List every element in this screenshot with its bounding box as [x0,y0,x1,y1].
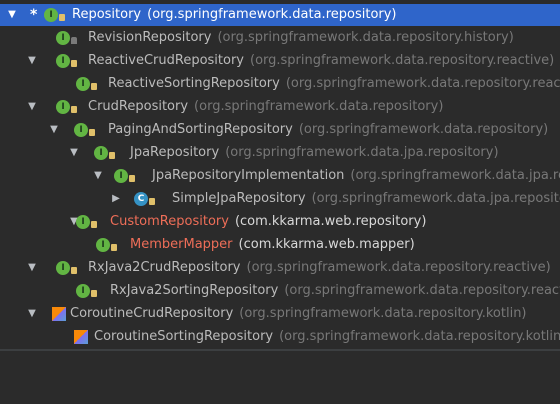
tree-node-name: SimpleJpaRepository [172,191,306,206]
tree-node-name: RxJava2SortingRepository [110,283,279,298]
public-badge-icon [91,221,97,228]
tree-node-package: (org.springframework.data.repository.rea… [250,53,555,68]
locked-badge-icon [71,37,77,44]
tree-row-revision-repository[interactable]: I RevisionRepository (org.springframework… [0,27,560,49]
interface-icon: I [56,261,70,275]
expand-arrow-icon[interactable]: ▼ [26,50,38,72]
tree-row-paging-and-sorting-repository[interactable]: ▼ I PagingAndSortingRepository (org.sprin… [0,119,560,141]
tree-row-simple-jpa-repository[interactable]: ▶ C SimpleJpaRepository (org.springframew… [0,188,560,210]
public-badge-icon [71,106,77,113]
interface-icon: I [44,8,58,22]
public-badge-icon [71,267,77,274]
tree-row-jpa-repository-implementation[interactable]: ▼ I JpaRepositoryImplementation (org.spri… [0,165,560,187]
tree-node-package: (org.springframework.data.repository.his… [217,30,514,45]
tree-node-name: CoroutineCrudRepository [70,306,234,321]
tree-node-package: (com.kkarma.web.mapper) [238,237,415,252]
tree-node-name: CustomRepository [110,214,229,229]
interface-icon: I [114,169,128,183]
expand-arrow-icon[interactable]: ▼ [26,303,38,325]
tree-row-reactive-sorting-repository[interactable]: I ReactiveSortingRepository (org.springfr… [0,73,560,95]
tree-node-name: JpaRepository [130,145,220,160]
tree-node-package: (org.springframework.data.jpa.repository… [225,145,499,160]
tree-node-name: ReactiveSortingRepository [108,76,280,91]
current-marker-star: * [30,7,38,23]
interface-icon: I [56,31,70,45]
tree-row-repository[interactable]: ▼ * I Repository (org.springframework.dat… [0,4,560,26]
interface-icon: I [56,54,70,68]
tree-node-name: RxJava2CrudRepository [88,260,241,275]
tree-node-name: CrudRepository [88,99,189,114]
tree-row-rxjava2-crud-repository[interactable]: ▼ I RxJava2CrudRepository (org.springfram… [0,257,560,279]
public-badge-icon [111,244,117,251]
interface-icon: I [74,123,88,137]
tree-row-jpa-repository[interactable]: ▼ I JpaRepository (org.springframework.da… [0,142,560,164]
expand-arrow-icon[interactable]: ▼ [6,4,18,26]
tree-row-coroutine-sorting-repository[interactable]: K CoroutineSortingRepository (org.springf… [0,326,560,348]
tree-node-package: (org.springframework.data.repository) [194,99,444,114]
tree-row-crud-repository[interactable]: ▼ I CrudRepository (org.springframework.d… [0,96,560,118]
public-badge-icon [129,175,135,182]
tree-node-name: RevisionRepository [88,30,212,45]
tree-node-name: CoroutineSortingRepository [94,329,274,344]
tree-row-reactive-crud-repository[interactable]: ▼ I ReactiveCrudRepository (org.springfra… [0,50,560,72]
interface-icon: I [76,77,90,91]
tree-node-package: (org.springframework.data.repository) [298,122,549,137]
kotlin-interface-icon: K [52,307,66,321]
tree-node-name: PagingAndSortingRepository [108,122,293,137]
expand-arrow-icon[interactable]: ▶ [110,188,122,210]
public-badge-icon [149,198,155,205]
tree-row-member-mapper[interactable]: I MemberMapper (com.kkarma.web.mapper) [0,234,560,256]
tree-node-package: (org.springframework.data.repository.rea… [285,76,560,91]
public-badge-icon [91,290,97,297]
tree-node-package: (org.springframework.data.repository) [147,7,397,22]
public-badge-icon [109,152,115,159]
public-badge-icon [71,60,77,67]
tree-node-package: (org.springframework.data.repository.kot… [239,306,527,321]
hierarchy-panel: ▼ * I Repository (org.springframework.dat… [0,0,560,404]
tree-node-package: (org.springframework.data.repository.rea… [284,283,560,298]
expand-arrow-icon[interactable]: ▼ [68,142,80,164]
horizontal-scrollbar[interactable] [0,349,560,351]
tree-node-package: (org.springframework.data.jpa.repository… [350,168,560,183]
tree-node-package: (org.springframework.data.jpa.repository… [311,191,560,206]
expand-arrow-icon[interactable]: ▼ [26,96,38,118]
tree-node-name: MemberMapper [130,237,233,252]
interface-icon: I [56,100,70,114]
tree-node-package: (com.kkarma.web.repository) [234,214,427,229]
interface-icon: I [76,215,90,229]
tree-row-rxjava2-sorting-repository[interactable]: I RxJava2SortingRepository (org.springfra… [0,280,560,302]
tree-row-coroutine-crud-repository[interactable]: ▼ K CoroutineCrudRepository (org.springfr… [0,303,560,325]
public-badge-icon [91,83,97,90]
interface-icon: I [94,146,108,160]
public-badge-icon [89,129,95,136]
kotlin-interface-icon: K [74,330,88,344]
expand-arrow-icon[interactable]: ▼ [48,119,60,141]
tree-row-custom-repository[interactable]: ▼ I CustomRepository (com.kkarma.web.repo… [0,211,560,233]
interface-icon: I [76,284,90,298]
tree-node-name: JpaRepositoryImplementation [152,168,345,183]
public-badge-icon [59,14,65,21]
tree-node-package: (org.springframework.data.repository.rea… [246,260,551,275]
class-icon: C [134,192,148,206]
tree-node-name: Repository [72,7,142,22]
tree-node-package: (org.springframework.data.repository.kot… [279,329,560,344]
tree-node-name: ReactiveCrudRepository [88,53,244,68]
expand-arrow-icon[interactable]: ▼ [26,257,38,279]
expand-arrow-icon[interactable]: ▼ [92,165,104,187]
interface-icon: I [96,238,110,252]
